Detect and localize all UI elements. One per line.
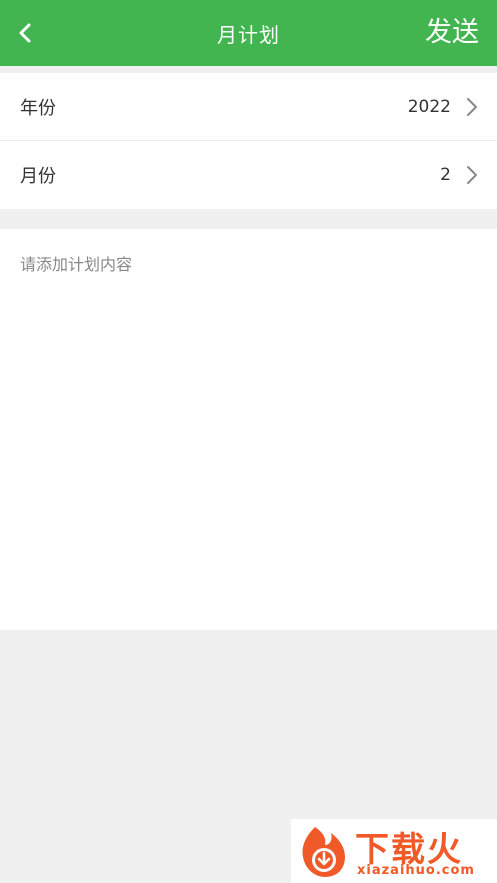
flame-download-logo — [302, 827, 345, 877]
page-title: 月计划 — [217, 22, 280, 47]
app-header: 月计划 发送 — [0, 0, 497, 66]
year-value: 2022 — [407, 97, 451, 117]
content-placeholder: 请添加计划内容 — [20, 255, 133, 274]
send-button[interactable]: 发送 — [425, 15, 479, 51]
year-row[interactable]: 年份 2022 — [0, 73, 497, 141]
watermark-url: xiazaihuo.com — [357, 863, 475, 878]
chevron-left-icon — [19, 23, 31, 43]
year-label: 年份 — [20, 98, 56, 119]
month-label: 月份 — [20, 166, 56, 187]
watermark: 下载火 xiazaihuo.com — [291, 819, 497, 883]
month-value: 2 — [440, 165, 451, 185]
chevron-right-icon — [467, 98, 477, 116]
plan-content-input[interactable]: 请添加计划内容 — [0, 229, 497, 630]
month-row[interactable]: 月份 2 — [0, 141, 497, 209]
chevron-right-icon — [467, 166, 477, 184]
plan-form: 年份 2022 月份 2 — [0, 73, 497, 209]
back-button[interactable] — [10, 17, 40, 49]
